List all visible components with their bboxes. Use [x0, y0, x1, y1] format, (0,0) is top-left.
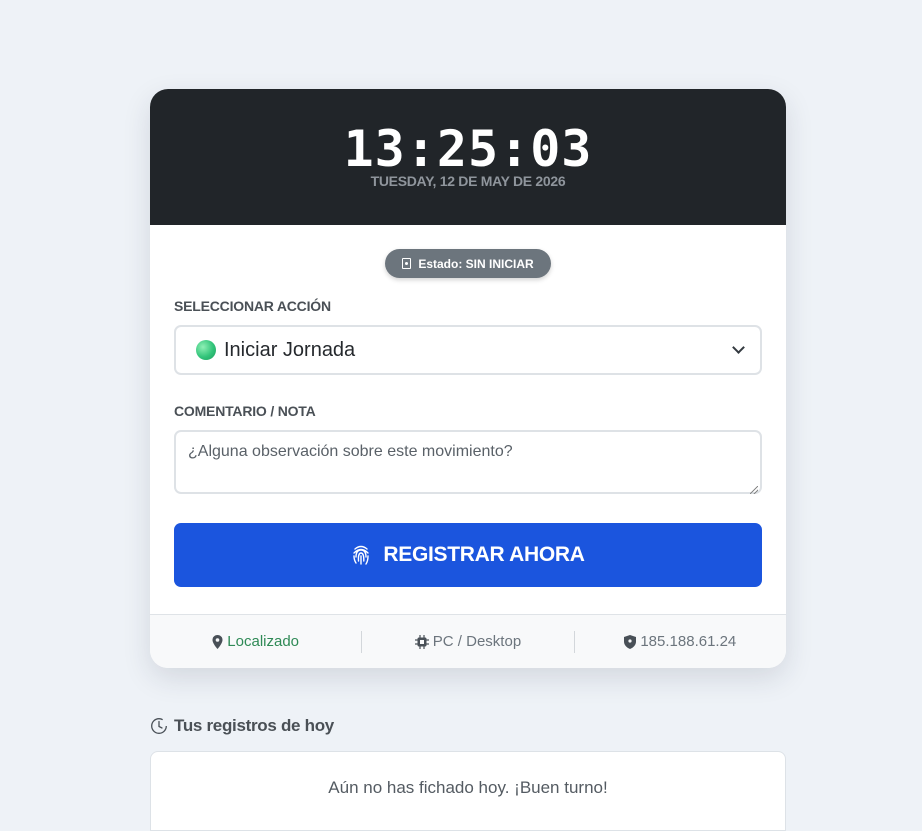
action-label: SELECCIONAR ACCIÓN [174, 298, 331, 314]
register-button[interactable]: REGISTRAR AHORA [174, 523, 762, 587]
status-wrap: Estado: SIN INICIAR [150, 225, 786, 297]
history-empty-message: Aún no has fichado hoy. ¡Buen turno! [328, 778, 608, 797]
form-body: SELECCIONAR ACCIÓN Iniciar Jornada COMEN… [150, 297, 786, 587]
location-info: Localizado [150, 631, 361, 653]
info-footer: Localizado PC / Desktop 185.188.61.24 [150, 614, 786, 668]
history-title: Tus registros de hoy [150, 714, 786, 738]
comment-textarea[interactable] [174, 430, 762, 494]
shield-icon [624, 634, 637, 649]
action-select-value: Iniciar Jornada [224, 338, 356, 361]
status-badge: Estado: SIN INICIAR [385, 249, 551, 278]
clock-card: 13:25:03 TUESDAY, 12 DE MAY DE 2026 Esta… [150, 89, 786, 668]
status-label: Estado: SIN INICIAR [418, 256, 534, 271]
history-list: Aún no has fichado hoy. ¡Buen turno! [150, 751, 786, 831]
cpu-icon [414, 634, 429, 649]
history-title-label: Tus registros de hoy [174, 716, 334, 735]
comment-label: COMENTARIO / NOTA [174, 403, 316, 419]
device-info: PC / Desktop [361, 630, 573, 653]
map-pin-icon [212, 634, 223, 649]
clock-time: 13:25:03 [343, 120, 593, 178]
location-label: Localizado [227, 633, 300, 650]
ip-info: 185.188.61.24 [573, 630, 786, 653]
action-select[interactable]: Iniciar Jornada [174, 325, 762, 375]
id-badge-icon [402, 258, 412, 269]
ip-label: 185.188.61.24 [640, 633, 737, 650]
register-button-label: REGISTRAR AHORA [383, 543, 585, 566]
device-label: PC / Desktop [432, 633, 522, 650]
clock-date: TUESDAY, 12 DE MAY DE 2026 [370, 173, 566, 189]
clock-header: 13:25:03 TUESDAY, 12 DE MAY DE 2026 [150, 89, 786, 225]
clock-history-icon [151, 718, 167, 734]
fingerprint-icon [353, 545, 370, 565]
chevron-down-icon [732, 341, 745, 354]
history-section: Tus registros de hoy Aún no has fichado … [150, 714, 786, 831]
green-circle-icon [196, 340, 216, 360]
